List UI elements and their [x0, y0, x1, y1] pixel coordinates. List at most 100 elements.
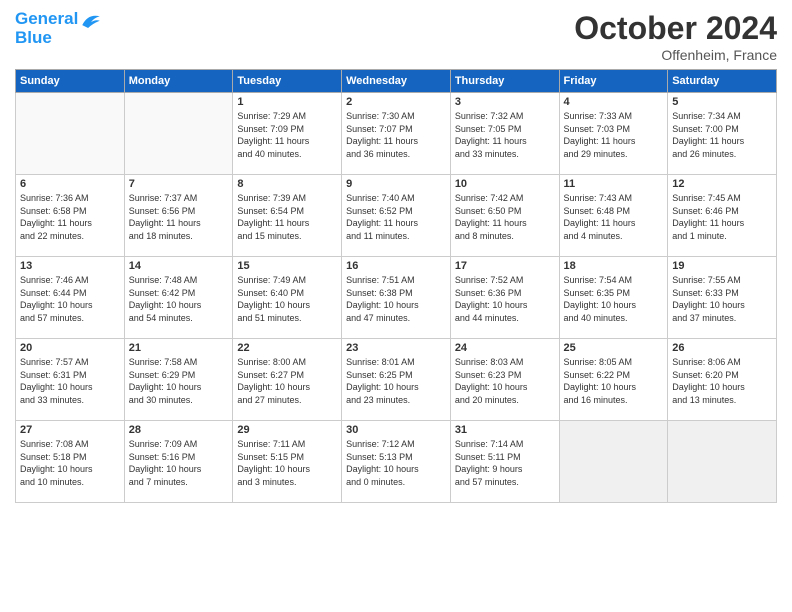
calendar-week-2: 6 Sunrise: 7:36 AMSunset: 6:58 PMDaylight… [16, 175, 777, 257]
calendar-cell: 12Sunrise: 7:45 AMSunset: 6:46 PMDayligh… [668, 175, 777, 257]
day-number: 16 [346, 260, 446, 272]
weekday-header-tuesday: Tuesday [233, 70, 342, 93]
day-number: 17 [455, 260, 555, 272]
calendar-cell: 11 Sunrise: 7:43 AMSunset: 6:48 PMDayligh… [559, 175, 668, 257]
calendar-cell: 7 Sunrise: 7:37 AMSunset: 6:56 PMDaylight… [124, 175, 233, 257]
logo-general: General [15, 9, 78, 28]
day-number: 29 [237, 424, 337, 436]
weekday-header-friday: Friday [559, 70, 668, 93]
day-number: 31 [455, 424, 555, 436]
day-info: Sunrise: 7:08 AMSunset: 5:18 PMDaylight:… [20, 438, 120, 488]
calendar-week-5: 27 Sunrise: 7:08 AMSunset: 5:18 PMDayligh… [16, 421, 777, 503]
calendar-cell: 6 Sunrise: 7:36 AMSunset: 6:58 PMDaylight… [16, 175, 125, 257]
calendar-week-4: 20Sunrise: 7:57 AMSunset: 6:31 PMDayligh… [16, 339, 777, 421]
day-number: 8 [237, 178, 337, 190]
day-info: Sunrise: 7:51 AMSunset: 6:38 PMDaylight:… [346, 274, 446, 324]
calendar-table: SundayMondayTuesdayWednesdayThursdayFrid… [15, 69, 777, 503]
calendar-cell: 19Sunrise: 7:55 AMSunset: 6:33 PMDayligh… [668, 257, 777, 339]
calendar-cell: 13Sunrise: 7:46 AMSunset: 6:44 PMDayligh… [16, 257, 125, 339]
day-info: Sunrise: 7:14 AMSunset: 5:11 PMDaylight:… [455, 438, 555, 488]
day-info: Sunrise: 7:37 AMSunset: 6:56 PMDaylight:… [129, 192, 229, 242]
day-info: Sunrise: 7:43 AMSunset: 6:48 PMDaylight:… [564, 192, 664, 242]
calendar-cell: 14Sunrise: 7:48 AMSunset: 6:42 PMDayligh… [124, 257, 233, 339]
weekday-header-thursday: Thursday [450, 70, 559, 93]
day-number: 24 [455, 342, 555, 354]
calendar-cell: 22 Sunrise: 8:00 AMSunset: 6:27 PMDayligh… [233, 339, 342, 421]
calendar-cell: 9 Sunrise: 7:40 AMSunset: 6:52 PMDaylight… [342, 175, 451, 257]
day-number: 18 [564, 260, 664, 272]
weekday-header-sunday: Sunday [16, 70, 125, 93]
weekday-header-wednesday: Wednesday [342, 70, 451, 93]
calendar-cell: 21 Sunrise: 7:58 AMSunset: 6:29 PMDayligh… [124, 339, 233, 421]
calendar-cell: 29Sunrise: 7:11 AMSunset: 5:15 PMDayligh… [233, 421, 342, 503]
day-info: Sunrise: 7:29 AMSunset: 7:09 PMDaylight:… [237, 110, 337, 160]
calendar-cell: 20Sunrise: 7:57 AMSunset: 6:31 PMDayligh… [16, 339, 125, 421]
day-info: Sunrise: 7:46 AMSunset: 6:44 PMDaylight:… [20, 274, 120, 324]
day-info: Sunrise: 7:57 AMSunset: 6:31 PMDaylight:… [20, 356, 120, 406]
day-info: Sunrise: 7:54 AMSunset: 6:35 PMDaylight:… [564, 274, 664, 324]
logo: General Blue [15, 10, 102, 47]
day-number: 11 [564, 178, 664, 190]
calendar-week-1: 1 Sunrise: 7:29 AMSunset: 7:09 PMDaylight… [16, 93, 777, 175]
day-info: Sunrise: 7:34 AMSunset: 7:00 PMDaylight:… [672, 110, 772, 160]
logo-blue: Blue [15, 29, 102, 48]
day-info: Sunrise: 7:39 AMSunset: 6:54 PMDaylight:… [237, 192, 337, 242]
calendar-cell: 1 Sunrise: 7:29 AMSunset: 7:09 PMDaylight… [233, 93, 342, 175]
calendar-cell: 8 Sunrise: 7:39 AMSunset: 6:54 PMDaylight… [233, 175, 342, 257]
day-info: Sunrise: 8:00 AMSunset: 6:27 PMDaylight:… [237, 356, 337, 406]
day-info: Sunrise: 7:45 AMSunset: 6:46 PMDaylight:… [672, 192, 772, 242]
logo-bird-icon [80, 12, 102, 28]
day-info: Sunrise: 8:01 AMSunset: 6:25 PMDaylight:… [346, 356, 446, 406]
calendar-cell: 15 Sunrise: 7:49 AMSunset: 6:40 PMDayligh… [233, 257, 342, 339]
day-number: 4 [564, 96, 664, 108]
day-number: 9 [346, 178, 446, 190]
day-number: 7 [129, 178, 229, 190]
calendar-week-3: 13Sunrise: 7:46 AMSunset: 6:44 PMDayligh… [16, 257, 777, 339]
calendar-cell: 2 Sunrise: 7:30 AMSunset: 7:07 PMDaylight… [342, 93, 451, 175]
day-number: 30 [346, 424, 446, 436]
day-info: Sunrise: 8:05 AMSunset: 6:22 PMDaylight:… [564, 356, 664, 406]
calendar-cell: 27 Sunrise: 7:08 AMSunset: 5:18 PMDayligh… [16, 421, 125, 503]
day-info: Sunrise: 8:03 AMSunset: 6:23 PMDaylight:… [455, 356, 555, 406]
day-number: 21 [129, 342, 229, 354]
weekday-header-monday: Monday [124, 70, 233, 93]
day-number: 2 [346, 96, 446, 108]
day-info: Sunrise: 7:58 AMSunset: 6:29 PMDaylight:… [129, 356, 229, 406]
day-number: 23 [346, 342, 446, 354]
day-info: Sunrise: 7:48 AMSunset: 6:42 PMDaylight:… [129, 274, 229, 324]
day-number: 22 [237, 342, 337, 354]
day-info: Sunrise: 7:36 AMSunset: 6:58 PMDaylight:… [20, 192, 120, 242]
calendar-cell [124, 93, 233, 175]
calendar-cell [559, 421, 668, 503]
day-number: 6 [20, 178, 120, 190]
day-info: Sunrise: 7:32 AMSunset: 7:05 PMDaylight:… [455, 110, 555, 160]
day-number: 1 [237, 96, 337, 108]
day-info: Sunrise: 7:49 AMSunset: 6:40 PMDaylight:… [237, 274, 337, 324]
calendar-cell: 10Sunrise: 7:42 AMSunset: 6:50 PMDayligh… [450, 175, 559, 257]
day-number: 3 [455, 96, 555, 108]
day-number: 10 [455, 178, 555, 190]
calendar-cell: 3 Sunrise: 7:32 AMSunset: 7:05 PMDaylight… [450, 93, 559, 175]
day-number: 15 [237, 260, 337, 272]
calendar-cell: 18 Sunrise: 7:54 AMSunset: 6:35 PMDayligh… [559, 257, 668, 339]
day-info: Sunrise: 7:55 AMSunset: 6:33 PMDaylight:… [672, 274, 772, 324]
title-block: October 2024 Offenheim, France [574, 10, 777, 63]
location: Offenheim, France [574, 47, 777, 63]
calendar-cell: 24 Sunrise: 8:03 AMSunset: 6:23 PMDayligh… [450, 339, 559, 421]
weekday-header-row: SundayMondayTuesdayWednesdayThursdayFrid… [16, 70, 777, 93]
month-title: October 2024 [574, 10, 777, 47]
calendar-cell: 16 Sunrise: 7:51 AMSunset: 6:38 PMDayligh… [342, 257, 451, 339]
calendar-cell: 23 Sunrise: 8:01 AMSunset: 6:25 PMDayligh… [342, 339, 451, 421]
calendar-cell: 30Sunrise: 7:12 AMSunset: 5:13 PMDayligh… [342, 421, 451, 503]
day-info: Sunrise: 7:40 AMSunset: 6:52 PMDaylight:… [346, 192, 446, 242]
day-number: 28 [129, 424, 229, 436]
page-container: General Blue October 2024 Offenheim, Fra… [0, 0, 792, 513]
calendar-cell: 31 Sunrise: 7:14 AMSunset: 5:11 PMDayligh… [450, 421, 559, 503]
day-info: Sunrise: 7:52 AMSunset: 6:36 PMDaylight:… [455, 274, 555, 324]
calendar-cell: 4Sunrise: 7:33 AMSunset: 7:03 PMDaylight… [559, 93, 668, 175]
calendar-cell: 5Sunrise: 7:34 AMSunset: 7:00 PMDaylight… [668, 93, 777, 175]
calendar-cell: 28Sunrise: 7:09 AMSunset: 5:16 PMDayligh… [124, 421, 233, 503]
weekday-header-saturday: Saturday [668, 70, 777, 93]
day-number: 27 [20, 424, 120, 436]
day-info: Sunrise: 7:30 AMSunset: 7:07 PMDaylight:… [346, 110, 446, 160]
